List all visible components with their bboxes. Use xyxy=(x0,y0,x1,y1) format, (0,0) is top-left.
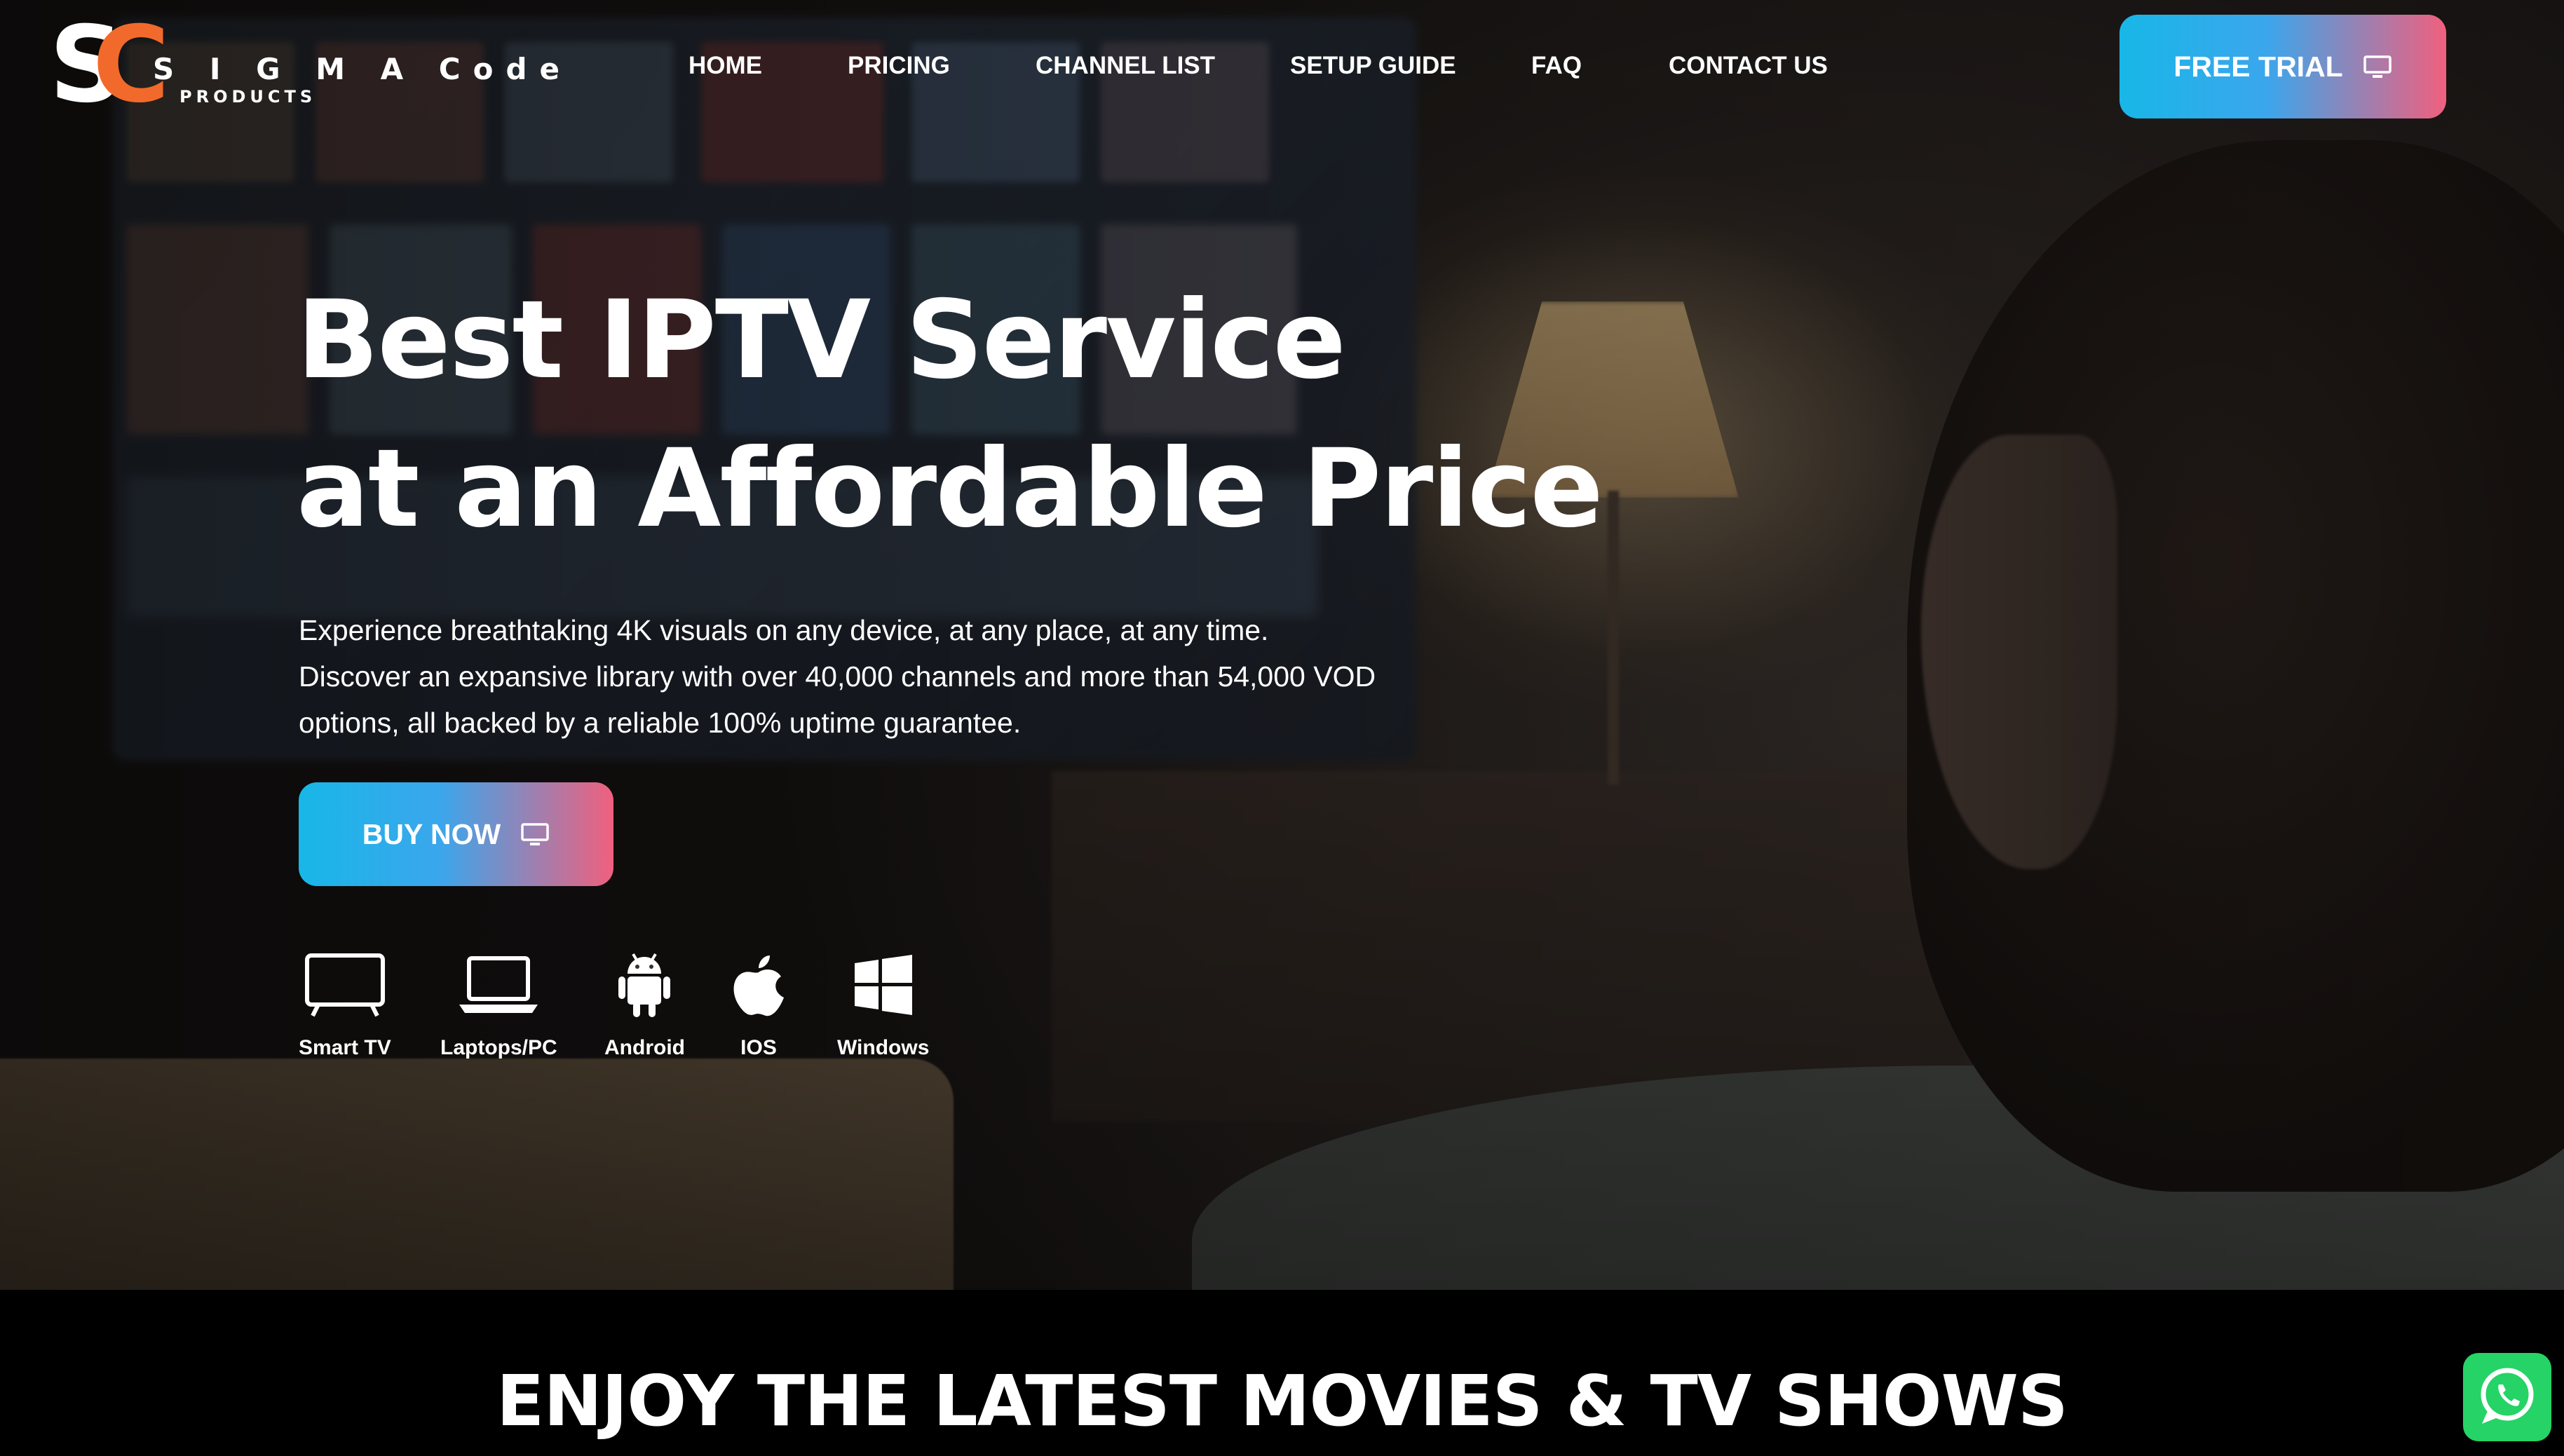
page: S C S I G M A Code PRODUCTS HOME PRICING… xyxy=(0,0,2564,1456)
description-line-2: Discover an expansive library with over … xyxy=(299,660,1376,693)
section-title: ENJOY THE LATEST MOVIES & TV SHOWS xyxy=(496,1360,2068,1442)
platform-label: Android xyxy=(604,1036,685,1059)
free-trial-button[interactable]: FREE TRIAL xyxy=(2119,15,2446,118)
apple-icon xyxy=(729,946,788,1023)
description-line-3: options, all backed by a reliable 100% u… xyxy=(299,707,1022,739)
logo-subtext: PRODUCTS xyxy=(179,87,317,107)
laptop-icon xyxy=(456,946,541,1023)
nav-channel-list[interactable]: CHANNEL LIST xyxy=(1036,52,1215,80)
nav-faq[interactable]: FAQ xyxy=(1531,52,1582,80)
nav-pricing[interactable]: PRICING xyxy=(848,52,950,80)
platform-label: Laptops/PC xyxy=(440,1036,557,1059)
smart-tv-icon xyxy=(303,946,387,1023)
logo[interactable]: S C S I G M A Code PRODUCTS xyxy=(49,13,559,118)
platform-label: Smart TV xyxy=(299,1036,391,1059)
buy-now-label: BUY NOW xyxy=(362,817,501,850)
windows-icon xyxy=(852,946,915,1023)
description-line-1: Experience breathtaking 4K visuals on an… xyxy=(299,614,1269,646)
hero-headline: Best IPTV Service at an Affordable Price xyxy=(297,266,1603,564)
platform-windows: Windows xyxy=(837,946,929,1060)
monitor-icon xyxy=(2363,54,2392,79)
platform-smart-tv: Smart TV xyxy=(299,946,391,1060)
buy-now-button[interactable]: BUY NOW xyxy=(299,782,613,886)
nav-contact-us[interactable]: CONTACT US xyxy=(1669,52,1828,80)
whatsapp-icon xyxy=(2474,1362,2541,1432)
free-trial-label: FREE TRIAL xyxy=(2173,50,2343,83)
headline-line-1: Best IPTV Service xyxy=(297,278,1346,403)
logo-text: S I G M A Code xyxy=(153,52,572,86)
platform-label: Windows xyxy=(837,1036,930,1059)
platform-android: Android xyxy=(604,946,685,1060)
platform-ios: IOS xyxy=(729,946,788,1060)
hero-description: Experience breathtaking 4K visuals on an… xyxy=(299,607,1491,746)
platform-label: IOS xyxy=(740,1036,777,1059)
monitor-icon xyxy=(520,822,550,847)
headline-line-2: at an Affordable Price xyxy=(297,426,1603,552)
android-icon xyxy=(616,946,672,1023)
whatsapp-button[interactable] xyxy=(2463,1353,2551,1441)
nav-setup-guide[interactable]: SETUP GUIDE xyxy=(1290,52,1456,80)
platform-laptop: Laptops/PC xyxy=(440,946,557,1060)
nav-home[interactable]: HOME xyxy=(689,52,762,80)
